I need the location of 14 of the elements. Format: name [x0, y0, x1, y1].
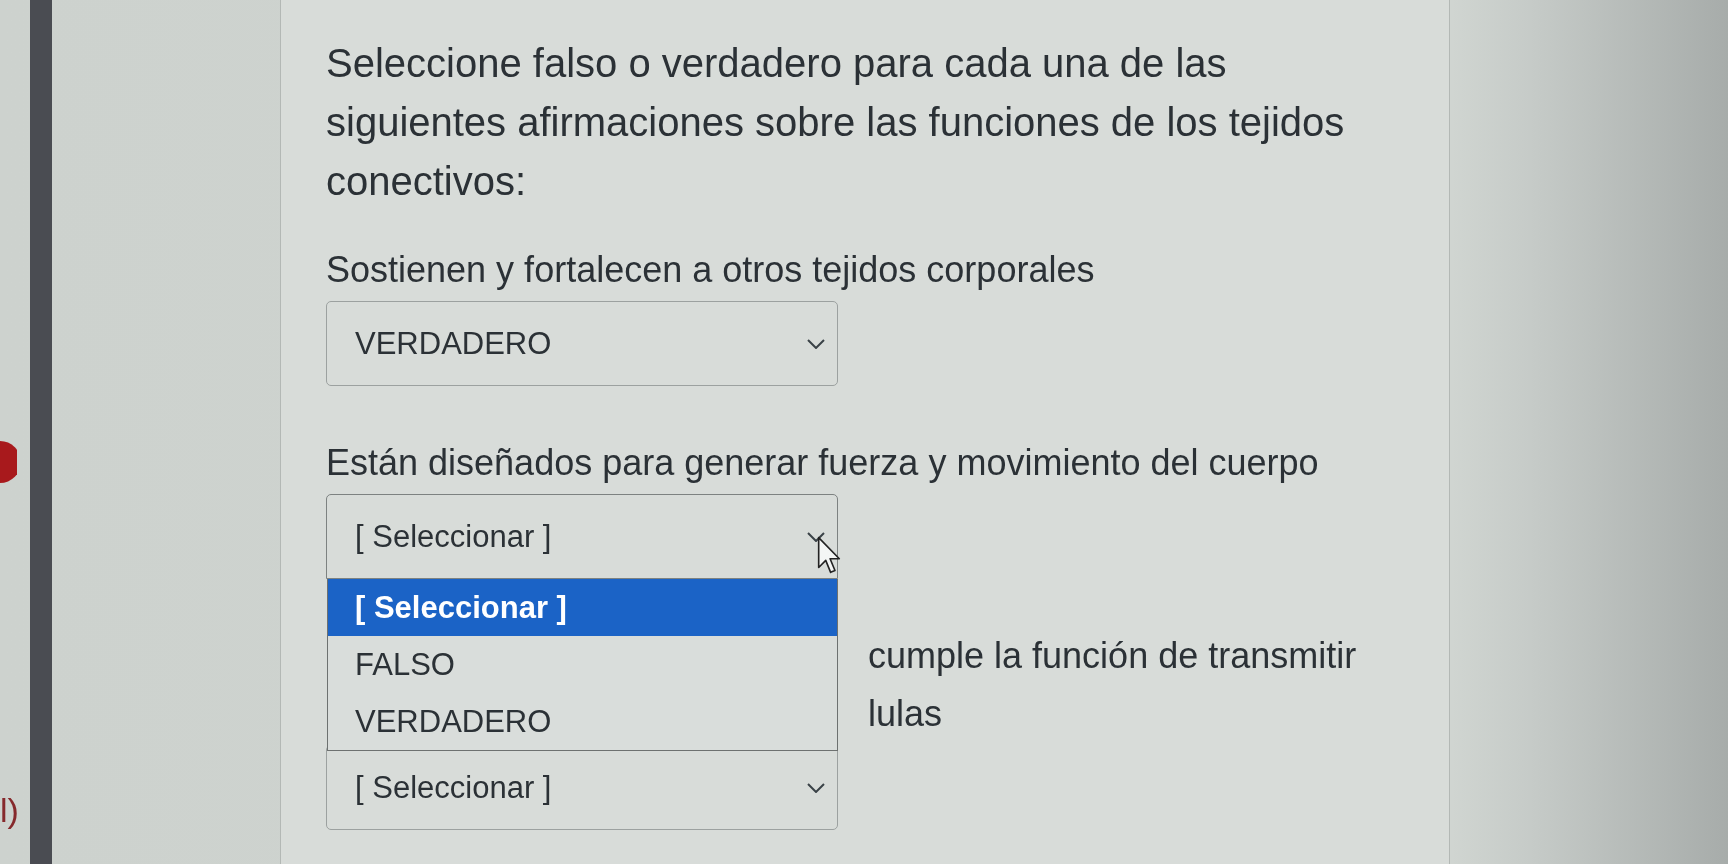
dropdown-option[interactable]: FALSO	[328, 636, 837, 693]
dropdown-select[interactable]: [ Seleccionar ]	[326, 494, 838, 579]
statement-text: lulas	[868, 692, 943, 736]
statement-text: Sostienen y fortalecen a otros tejidos corporales	[326, 248, 1095, 292]
chevron-icon	[807, 782, 825, 793]
side-label: l)	[0, 793, 19, 827]
question-prompt: Seleccione falso o verdadero para cada una de las siguientes afirmaciones sobre las funciones de los tejidos conectivos:	[326, 40, 1346, 205]
dropdown-option[interactable]: [ Seleccionar ]	[328, 579, 837, 636]
dropdown-select[interactable]: VERDADERO	[326, 301, 838, 386]
cursor-icon	[816, 536, 842, 574]
chevron-icon	[807, 531, 825, 542]
chevron-icon	[807, 338, 825, 349]
statement-text: cumple la función de transmitir	[868, 634, 1357, 678]
statement-text: Están diseñados para generar fuerza y movimiento del cuerpo	[326, 441, 1319, 485]
